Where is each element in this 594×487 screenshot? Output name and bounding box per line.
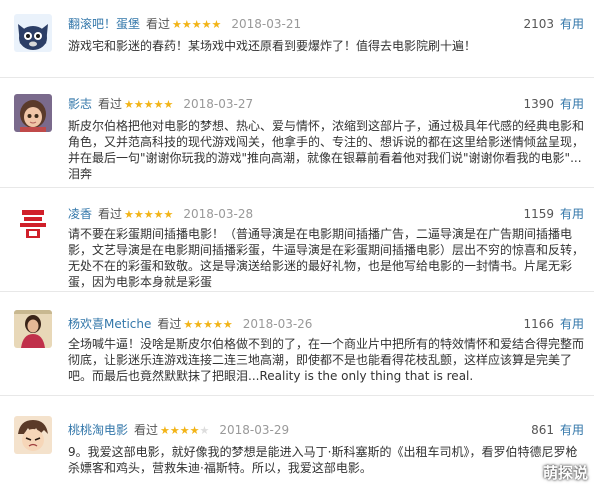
star-rating: ★★★★★ [172, 18, 221, 31]
vote-count: 1159 [523, 207, 554, 221]
star-icon: ★★★★★ [160, 424, 210, 437]
woman-photo-avatar[interactable] [14, 310, 52, 348]
star-icon: ★★★★★ [183, 318, 233, 331]
vote-count: 861 [531, 423, 554, 437]
watched-label: 看过 [134, 423, 159, 437]
username-link[interactable]: 凌香 [68, 207, 92, 221]
username-link[interactable]: 杨欢喜Metiche [68, 317, 151, 331]
vote-box: 1166 有用 [523, 316, 584, 332]
review-date: 2018-03-21 [231, 17, 302, 31]
review-text: 9。我爱这部电影，就好像我的梦想是能进入马丁·斯科塞斯的《出租车司机》，看罗伯特… [68, 445, 578, 475]
username-link[interactable]: 桃桃淘电影 [68, 423, 128, 437]
star-rating: ★★★★★ [183, 318, 232, 331]
star-icon: ★★★★★ [172, 18, 222, 31]
review-date: 2018-03-27 [183, 97, 254, 111]
review-text: 游戏宅和影迷的春药！某场戏中戏还原看到要爆炸了！值得去电影院刷十遍！ [68, 39, 477, 53]
useful-button[interactable]: 有用 [560, 207, 584, 221]
animated-girl-avatar[interactable] [14, 94, 52, 132]
watched-label: 看过 [98, 97, 123, 111]
review-text: 全场喊牛逼！没啥是斯皮尔伯格做不到的了，在一个商业片中把所有的特效情怀和爱结合得… [68, 337, 585, 383]
useful-button[interactable]: 有用 [560, 317, 584, 331]
useful-button[interactable]: 有用 [560, 97, 584, 111]
vote-count: 2103 [523, 17, 554, 31]
vote-box: 861 有用 [531, 422, 584, 438]
star-icon: ★★★★★ [124, 98, 174, 111]
review-date: 2018-03-29 [219, 423, 290, 437]
useful-button[interactable]: 有用 [560, 423, 584, 437]
review-meta: 翻滚吧！蛋堡 看过 ★★★★★ 2018-03-21 [68, 16, 301, 32]
review-item: 翻滚吧！蛋堡 看过 ★★★★★ 2018-03-21 2103 有用 游戏宅和影迷的春药… [0, 0, 594, 78]
vote-count: 1166 [523, 317, 554, 331]
useful-button[interactable]: 有用 [560, 17, 584, 31]
watermark: 萌探说 [518, 461, 588, 485]
red-character-logo-avatar[interactable] [14, 204, 52, 242]
vote-count: 1390 [523, 97, 554, 111]
vote-box: 1390 有用 [523, 96, 584, 112]
vote-box: 1159 有用 [523, 206, 584, 222]
review-meta: 影志 看过 ★★★★★ 2018-03-27 [68, 96, 253, 112]
anime-face-avatar[interactable] [14, 416, 52, 454]
watermark-text: 萌探说 [542, 464, 588, 482]
star-icon: ★★★★★ [124, 208, 174, 221]
review-item: 桃桃淘电影 看过 ★★★★★ 2018-03-29 861 有用 9。我爱这部电影，就好… [0, 396, 594, 487]
vote-box: 2103 有用 [523, 16, 584, 32]
star-rating: ★★★★★ [124, 98, 173, 111]
review-item: 凌香 看过 ★★★★★ 2018-03-28 1159 有用 请不要在彩蛋期间插播电影！… [0, 188, 594, 292]
review-meta: 桃桃淘电影 看过 ★★★★★ 2018-03-29 [68, 422, 289, 438]
review-text: 斯皮尔伯格把他对电影的梦想、热心、爱与情怀，浓缩到这部片子，通过极具年代感的经典… [68, 119, 585, 181]
review-date: 2018-03-26 [242, 317, 313, 331]
watched-label: 看过 [157, 317, 182, 331]
review-meta: 杨欢喜Metiche 看过 ★★★★★ 2018-03-26 [68, 316, 312, 332]
review-date: 2018-03-28 [183, 207, 254, 221]
review-text: 请不要在彩蛋期间插播电影！（普通导演是在电影期间插播广告，二逼导演是在广告期间插… [68, 227, 585, 289]
cartoon-cat-avatar[interactable] [14, 14, 52, 52]
username-link[interactable]: 影志 [68, 97, 92, 111]
watched-label: 看过 [98, 207, 123, 221]
star-rating: ★★★★★ [124, 208, 173, 221]
username-link[interactable]: 翻滚吧！蛋堡 [68, 17, 140, 31]
review-item: 影志 看过 ★★★★★ 2018-03-27 1390 有用 斯皮尔伯格把他对电影的梦想… [0, 78, 594, 188]
star-rating: ★★★★★ [160, 424, 209, 437]
review-meta: 凌香 看过 ★★★★★ 2018-03-28 [68, 206, 253, 222]
watched-label: 看过 [146, 17, 171, 31]
review-item: 杨欢喜Metiche 看过 ★★★★★ 2018-03-26 1166 有用 全场喊牛逼… [0, 292, 594, 396]
